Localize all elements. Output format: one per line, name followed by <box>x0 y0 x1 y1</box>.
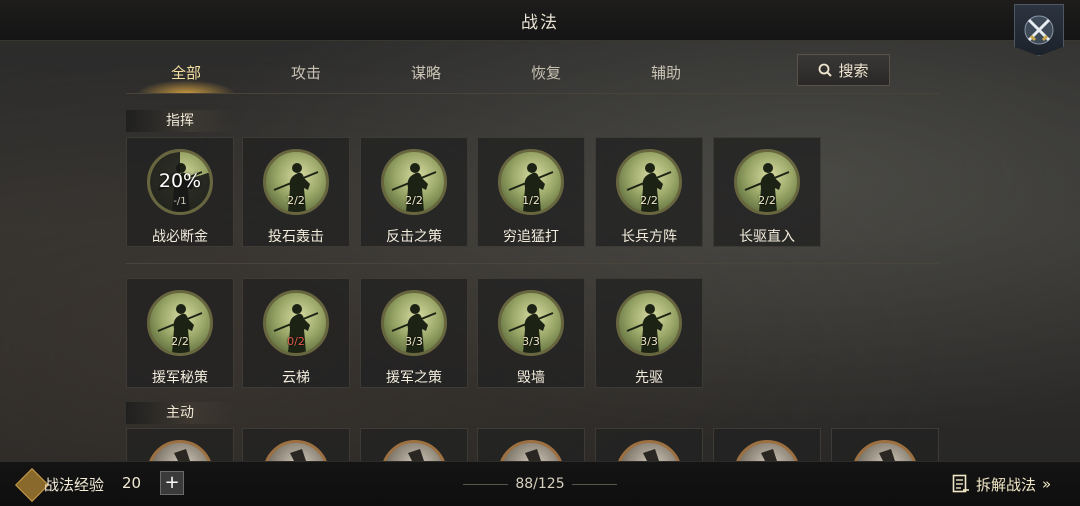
tactic-count: 1/2 <box>522 194 540 207</box>
tactic-count: 0/2 <box>287 335 305 348</box>
tactic-count: 3/3 <box>640 335 658 348</box>
tactic-name: 先驱 <box>635 370 663 386</box>
axe-emblem-icon <box>852 440 918 461</box>
tactic-emblem-icon: 2/2 <box>734 149 800 215</box>
tactic-card[interactable]: 2/2 援军秘策 <box>126 278 234 388</box>
tactic-name: 云梯 <box>282 370 310 386</box>
tactic-emblem-icon: 3/3 <box>498 290 564 356</box>
document-list-icon <box>952 474 969 493</box>
search-label: 搜索 <box>838 61 869 80</box>
row-divider <box>126 263 940 264</box>
crossed-swords-icon <box>1024 15 1054 45</box>
tab-attack[interactable]: 攻击 <box>246 56 366 90</box>
tab-support[interactable]: 辅助 <box>606 56 726 90</box>
tactic-card[interactable]: 2/2 投石轰击 <box>242 137 350 247</box>
tactic-count: 2/2 <box>640 194 658 207</box>
tactic-card[interactable]: 3/3 先驱 <box>595 278 703 388</box>
tactic-card[interactable]: 2/2 长兵方阵 <box>595 137 703 247</box>
double-chevron-right-icon: » <box>1042 475 1052 493</box>
section-label-active: 主动 <box>126 402 234 424</box>
page-title: 战法 <box>521 13 559 33</box>
tactic-emblem-icon: 20% -/1 <box>147 149 213 215</box>
top-bar: 战法 <box>0 0 1080 41</box>
dismantle-label: 拆解战法 <box>976 475 1037 494</box>
axe-emblem-icon <box>734 440 800 461</box>
tactic-name: 反击之策 <box>386 229 442 245</box>
tactic-emblem-icon: 0/2 <box>263 290 329 356</box>
tactic-card[interactable] <box>126 428 234 462</box>
tactic-name: 投石轰击 <box>268 229 324 245</box>
tab-strategy[interactable]: 谋略 <box>366 56 486 90</box>
tactic-card[interactable]: 3/3 毁墙 <box>477 278 585 388</box>
bottom-bar: 战法经验 20 + 88/125 拆解战法 » <box>0 461 1080 506</box>
tactic-name: 穷追猛打 <box>503 229 559 245</box>
tactic-card[interactable] <box>595 428 703 462</box>
tactic-emblem-icon: 1/2 <box>498 149 564 215</box>
counter-line-right <box>572 484 617 485</box>
tactic-card[interactable] <box>713 428 821 462</box>
tactic-name: 援军之策 <box>386 370 442 386</box>
tactic-card[interactable] <box>831 428 939 462</box>
tactic-counter: 88/125 <box>515 476 565 492</box>
tactic-count: 2/2 <box>287 194 305 207</box>
axe-emblem-icon <box>381 440 447 461</box>
tactic-emblem-icon: 2/2 <box>381 149 447 215</box>
close-button[interactable] <box>1014 4 1064 56</box>
tactic-emblem-icon: 2/2 <box>263 149 329 215</box>
tactic-count: 3/3 <box>522 335 540 348</box>
tactic-card[interactable]: 0/2 云梯 <box>242 278 350 388</box>
tactic-name: 援军秘策 <box>152 370 208 386</box>
tactic-card[interactable] <box>242 428 350 462</box>
tactic-count: 2/2 <box>758 194 776 207</box>
axe-emblem-icon <box>147 440 213 461</box>
tactic-name: 毁墙 <box>517 370 545 386</box>
tactic-name: 长驱直入 <box>739 229 795 245</box>
search-button[interactable]: 搜索 <box>797 54 890 86</box>
axe-emblem-icon <box>498 440 564 461</box>
progress-text: 20% <box>158 170 202 192</box>
tactic-count: 3/3 <box>405 335 423 348</box>
tactic-card[interactable]: 1/2 穷追猛打 <box>477 137 585 247</box>
tactic-emblem-icon: 2/2 <box>616 149 682 215</box>
tactic-card[interactable] <box>477 428 585 462</box>
tab-recovery[interactable]: 恢复 <box>486 56 606 90</box>
tactic-count: -/1 <box>173 196 187 207</box>
tactic-card[interactable] <box>360 428 468 462</box>
tab-all[interactable]: 全部 <box>126 56 246 94</box>
axe-emblem-icon <box>263 440 329 461</box>
tactic-card[interactable]: 2/2 长驱直入 <box>713 137 821 247</box>
tactic-name: 长兵方阵 <box>621 229 677 245</box>
tactic-emblem-icon: 2/2 <box>147 290 213 356</box>
tactic-card[interactable]: 20% -/1 战必断金 <box>126 137 234 247</box>
tactic-card[interactable]: 2/2 反击之策 <box>360 137 468 247</box>
tactic-card[interactable]: 3/3 援军之策 <box>360 278 468 388</box>
search-icon <box>819 63 833 77</box>
tabs-underline <box>126 93 940 94</box>
axe-emblem-icon <box>616 440 682 461</box>
tactic-name: 战必断金 <box>152 229 208 245</box>
tactic-count: 2/2 <box>171 335 189 348</box>
dismantle-button[interactable]: 拆解战法 » <box>952 472 1051 496</box>
tactic-count: 2/2 <box>405 194 423 207</box>
tactic-emblem-icon: 3/3 <box>616 290 682 356</box>
section-label-command: 指挥 <box>126 110 234 132</box>
tactic-emblem-icon: 3/3 <box>381 290 447 356</box>
